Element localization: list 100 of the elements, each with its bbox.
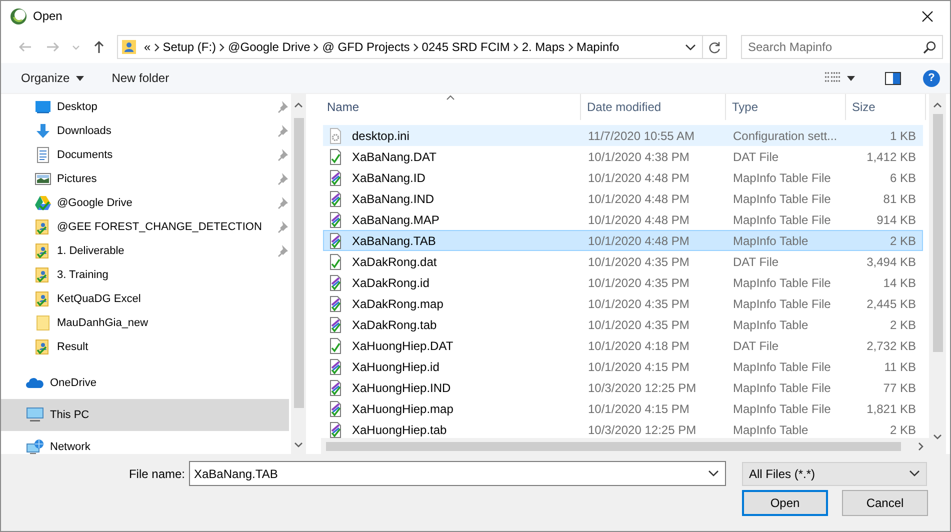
file-name: XaBaNang.DAT (352, 148, 436, 166)
sidebar-item[interactable]: 3. Training (1, 263, 289, 287)
breadcrumb-link[interactable]: Mapinfo (574, 38, 622, 56)
file-row[interactable]: XaHuongHiep.tab 10/3/2020 12:25 PM MapInfo Table 2 KB (323, 419, 923, 438)
pin-icon[interactable] (277, 221, 288, 233)
type-cell: MapInfo Table File (733, 380, 831, 394)
file-row[interactable]: XaHuongHiep.IND 10/3/2020 12:25 PM MapInfo Table File 77 KB (323, 377, 923, 398)
scrollbar-thumb[interactable] (326, 442, 901, 450)
type-cell: DAT File (733, 338, 779, 352)
pin-icon[interactable] (277, 173, 288, 185)
date-cell: 10/1/2020 4:15 PM (588, 402, 690, 416)
file-check-icon (328, 338, 344, 354)
shared-folder-icon (35, 243, 51, 259)
date-cell: 10/1/2020 4:48 PM (588, 170, 690, 184)
file-row[interactable]: XaBaNang.TAB 10/1/2020 4:48 PM MapInfo Table 2 KB (323, 230, 923, 251)
help-button[interactable]: ? (923, 70, 940, 86)
scroll-down-icon[interactable] (933, 434, 942, 440)
type-cell: MapInfo Table File (733, 360, 831, 374)
file-row[interactable]: XaDakRong.map 10/1/2020 4:35 PM MapInfo Table File 2,445 KB (323, 293, 923, 314)
file-row[interactable]: XaHuongHiep.DAT 10/1/2020 4:18 PM DAT File 2,732 KB (323, 335, 923, 356)
scrollbar[interactable] (929, 94, 946, 454)
date-cell: 10/1/2020 4:35 PM (588, 276, 690, 290)
sidebar-item[interactable]: Result (1, 335, 289, 359)
file-row[interactable]: XaDakRong.tab 10/1/2020 4:35 PM MapInfo Table 2 KB (323, 314, 923, 335)
column-header[interactable]: Type (726, 94, 846, 120)
new-folder-button[interactable]: New folder (104, 66, 178, 90)
scrollbar-thumb[interactable] (932, 114, 942, 352)
pin-icon[interactable] (277, 149, 288, 161)
scrollbar[interactable] (291, 94, 306, 454)
chevron-icon (568, 42, 574, 52)
file-type-dropdown[interactable]: All Files (*.*) (742, 462, 927, 486)
type-cell: MapInfo Table (733, 234, 808, 248)
breadcrumb-link[interactable]: 2. Maps (518, 38, 568, 56)
map-file-icon (328, 232, 344, 248)
column-header[interactable]: Name (321, 94, 581, 120)
pin-icon[interactable] (277, 125, 288, 137)
open-button[interactable]: Open (742, 490, 828, 516)
column-header[interactable]: Size (846, 94, 926, 120)
pin-icon[interactable] (277, 245, 288, 257)
file-row[interactable]: XaHuongHiep.map 10/1/2020 4:15 PM MapInfo Table File 1,821 KB (323, 398, 923, 419)
dropdown-caret-icon[interactable] (708, 470, 719, 477)
search-field[interactable]: Search Mapinfo (741, 35, 943, 59)
sidebar-item[interactable]: This PC (1, 399, 289, 431)
scroll-up-icon[interactable] (933, 102, 942, 108)
file-row[interactable]: XaHuongHiep.id 10/1/2020 4:15 PM MapInfo Table File 11 KB (323, 356, 923, 377)
file-row[interactable]: desktop.ini 11/7/2020 10:55 AM Configuration sett... 1 KB (323, 125, 923, 146)
cancel-button[interactable]: Cancel (842, 490, 928, 516)
breadcrumb-link[interactable]: 0245 SRD FCIM (418, 38, 513, 56)
date-cell: 11/7/2020 10:55 AM (588, 128, 695, 142)
file-name: XaHuongHiep.id (352, 358, 440, 376)
file-row[interactable]: XaBaNang.MAP 10/1/2020 4:48 PM MapInfo Table File 914 KB (323, 209, 923, 230)
date-cell: 10/1/2020 4:38 PM (588, 150, 690, 164)
scroll-up-icon[interactable] (294, 102, 303, 108)
sidebar-item[interactable]: Downloads (1, 119, 289, 143)
user-folder-icon (121, 39, 137, 55)
file-name: XaHuongHiep.tab (352, 422, 447, 438)
sidebar-item[interactable]: KetQuaDG Excel (1, 287, 289, 311)
type-cell: MapInfo Table File (733, 402, 831, 416)
column-header[interactable]: Date modified (581, 94, 726, 120)
sidebar-item[interactable]: 1. Deliverable (1, 239, 289, 263)
sidebar-item[interactable]: OneDrive (1, 367, 289, 399)
breadcrumb-link[interactable]: @ GFD Projects (319, 38, 413, 56)
sidebar-item[interactable]: Network (1, 431, 289, 454)
breadcrumb-link[interactable]: @Google Drive (225, 38, 314, 56)
field-label: File name: (128, 466, 186, 482)
file-row[interactable]: XaBaNang.ID 10/1/2020 4:48 PM MapInfo Table File 6 KB (323, 167, 923, 188)
overflow-chevrons[interactable]: « (141, 38, 154, 56)
map-file-icon (328, 212, 344, 228)
scroll-right-icon[interactable] (918, 442, 924, 450)
file-row[interactable]: XaBaNang.IND 10/1/2020 4:48 PM MapInfo Table File 81 KB (323, 188, 923, 209)
type-cell: MapInfo Table (733, 318, 808, 332)
sidebar-item[interactable]: Documents (1, 143, 289, 167)
file-row[interactable]: XaBaNang.DAT 10/1/2020 4:38 PM DAT File 1,412 KB (323, 146, 923, 167)
address-bar[interactable]: « Setup (F:) @Google Drive @ GFD Projects 0245 SRD FCIM 2. Maps Mapinfo (117, 35, 727, 59)
scroll-down-icon[interactable] (294, 442, 303, 448)
file-name: XaHuongHiep.DAT (352, 338, 454, 354)
size-cell: 81 KB (883, 192, 916, 206)
sidebar-item[interactable]: Pictures (1, 167, 289, 191)
map-file-icon (328, 422, 344, 438)
organize-menu-button[interactable]: Organize (13, 66, 92, 90)
file-name-field[interactable]: XaBaNang.TAB (189, 461, 726, 486)
pin-icon[interactable] (277, 101, 288, 113)
sidebar-item[interactable]: @Google Drive (1, 191, 289, 215)
sidebar-item[interactable]: Desktop (1, 95, 289, 119)
size-cell: 2 KB (890, 318, 916, 332)
type-cell: MapInfo Table File (733, 296, 831, 310)
breadcrumb-link[interactable]: Setup (F:) (160, 38, 220, 56)
refresh-icon (708, 40, 721, 54)
computer-icon (26, 407, 44, 423)
file-row[interactable]: XaDakRong.id 10/1/2020 4:35 PM MapInfo Table File 14 KB (323, 272, 923, 293)
map-file-icon (328, 316, 344, 332)
search-icon (923, 41, 936, 54)
type-cell: MapInfo Table File (733, 212, 831, 226)
pin-icon[interactable] (277, 197, 288, 209)
dropdown-caret-icon[interactable] (685, 44, 696, 50)
sidebar-item[interactable]: @GEE FOREST_CHANGE_DETECTION (1, 215, 289, 239)
file-row[interactable]: XaDakRong.dat 10/1/2020 4:35 PM DAT File 3,494 KB (323, 251, 923, 272)
scrollbar-thumb[interactable] (294, 118, 304, 408)
scrollbar[interactable] (321, 438, 929, 454)
sidebar-item[interactable]: MauDanhGia_new (1, 311, 289, 335)
